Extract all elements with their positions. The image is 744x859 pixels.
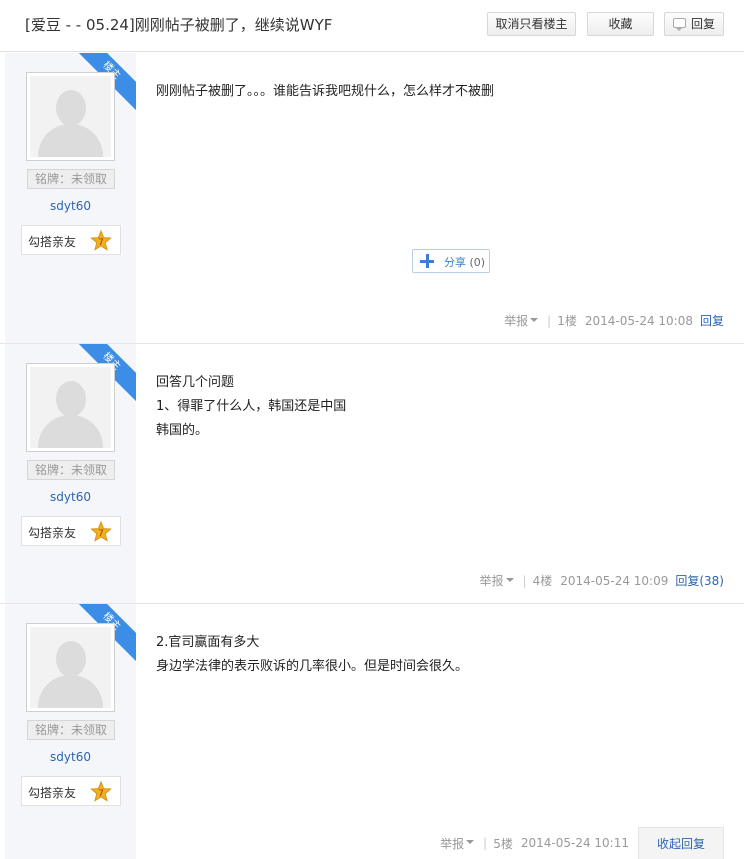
level-star-icon: 7 — [90, 781, 112, 802]
share-button[interactable]: 分享 (0) — [412, 249, 490, 273]
post-footer: 举报 | 1楼 2014-05-24 10:08 回复 — [504, 312, 724, 329]
report-link[interactable]: 举报 — [440, 835, 464, 852]
post-timestamp: 2014-05-24 10:08 — [584, 313, 693, 328]
reply-button[interactable]: 回复 — [664, 12, 724, 36]
thread-header: [爱豆 - - 05.24]刚刚帖子被删了，继续说WYF 取消只看楼主 收藏 回… — [0, 0, 744, 52]
avatar-placeholder-icon — [56, 641, 86, 677]
relation-label: 勾搭亲友 — [28, 786, 77, 800]
post-text-line: 回答几个问题 — [156, 375, 235, 390]
thread-title: [爱豆 - - 05.24]刚刚帖子被删了，继续说WYF — [25, 16, 333, 34]
floor-number: 4楼 — [532, 574, 553, 588]
author-sidebar: 楼主 铭牌：未领取 sdyt60 勾搭亲友 7 — [5, 53, 136, 343]
author-username-link[interactable]: sdyt60 — [5, 490, 136, 504]
report-link[interactable]: 举报 — [480, 572, 504, 589]
only-op-toggle-button[interactable]: 取消只看楼主 — [487, 12, 576, 36]
author-sidebar: 楼主 铭牌：未领取 sdyt60 勾搭亲友 7 — [5, 604, 136, 859]
favorite-button[interactable]: 收藏 — [587, 12, 654, 36]
report-dropdown-icon[interactable] — [466, 840, 475, 844]
level-star-icon: 7 — [90, 230, 112, 251]
author-username-link[interactable]: sdyt60 — [5, 199, 136, 213]
post-floor-5: 楼主 铭牌：未领取 sdyt60 勾搭亲友 7 2.官司赢面有多大 身边学法律的… — [0, 604, 744, 859]
reply-link[interactable]: 回复(38) — [675, 572, 724, 589]
relation-label: 勾搭亲友 — [28, 235, 77, 249]
post-content: 2.官司赢面有多大 身边学法律的表示败诉的几率很小。但是时间会很久。 — [156, 631, 468, 679]
level-star-icon: 7 — [90, 521, 112, 542]
level-number: 7 — [98, 238, 104, 248]
avatar[interactable] — [26, 623, 115, 712]
avatar-placeholder-icon — [56, 90, 86, 126]
post-timestamp: 2014-05-24 10:11 — [520, 836, 629, 850]
reply-button-label: 回复 — [691, 17, 716, 31]
post-content: 回答几个问题 1、得罪了什么人，韩国还是中国 韩国的。 — [156, 371, 346, 443]
avatar-placeholder-icon — [56, 381, 86, 417]
post-floor-1: 楼主 铭牌：未领取 sdyt60 勾搭亲友 7 刚刚帖子被删了。。。谁能告诉我吧… — [0, 53, 744, 344]
post-footer: 举报 | 4楼 2014-05-24 10:09 回复(38) — [479, 572, 724, 589]
collapse-replies-button[interactable]: 收起回复 — [637, 827, 724, 859]
avatar[interactable] — [26, 72, 115, 161]
comment-icon — [673, 18, 686, 31]
nameplate-badge[interactable]: 铭牌：未领取 — [27, 169, 115, 189]
relation-tag[interactable]: 勾搭亲友 7 — [21, 776, 121, 806]
level-number: 7 — [98, 789, 104, 799]
post-content: 刚刚帖子被删了。。。谁能告诉我吧规什么，怎么样才不被删 — [156, 80, 494, 104]
report-dropdown-icon[interactable] — [505, 577, 514, 582]
floor-number: 5楼 — [493, 836, 513, 851]
post-text-line: 刚刚帖子被删了。。。谁能告诉我吧规什么，怎么样才不被删 — [156, 84, 495, 99]
post-footer: 举报 | 5楼 2014-05-24 10:11 收起回复 — [440, 827, 724, 859]
relation-label: 勾搭亲友 — [28, 526, 77, 540]
post-text-line: 1、得罪了什么人，韩国还是中国 — [156, 399, 347, 414]
reply-link[interactable]: 回复 — [700, 312, 724, 329]
nameplate-badge[interactable]: 铭牌：未领取 — [27, 720, 115, 740]
author-sidebar: 楼主 铭牌：未领取 sdyt60 勾搭亲友 7 — [5, 344, 136, 603]
plus-icon — [420, 254, 434, 268]
post-timestamp: 2014-05-24 10:09 — [560, 573, 669, 588]
nameplate-badge[interactable]: 铭牌：未领取 — [27, 460, 115, 480]
report-dropdown-icon[interactable] — [530, 317, 539, 322]
post-text-line: 2.官司赢面有多大 — [156, 635, 260, 650]
author-username-link[interactable]: sdyt60 — [5, 750, 136, 764]
level-number: 7 — [98, 529, 104, 539]
floor-number: 1楼 — [557, 314, 577, 328]
post-text-line: 韩国的。 — [156, 423, 209, 438]
post-floor-4: 楼主 铭牌：未领取 sdyt60 勾搭亲友 7 回答几个问题 1、得罪了什么人，… — [0, 344, 744, 604]
relation-tag[interactable]: 勾搭亲友 7 — [21, 225, 121, 255]
share-label: 分享 — [444, 256, 466, 269]
post-text-line: 身边学法律的表示败诉的几率很小。但是时间会很久。 — [156, 659, 469, 674]
report-link[interactable]: 举报 — [504, 312, 528, 329]
share-count: (0) — [469, 256, 486, 269]
relation-tag[interactable]: 勾搭亲友 7 — [21, 516, 121, 546]
avatar[interactable] — [26, 363, 115, 452]
